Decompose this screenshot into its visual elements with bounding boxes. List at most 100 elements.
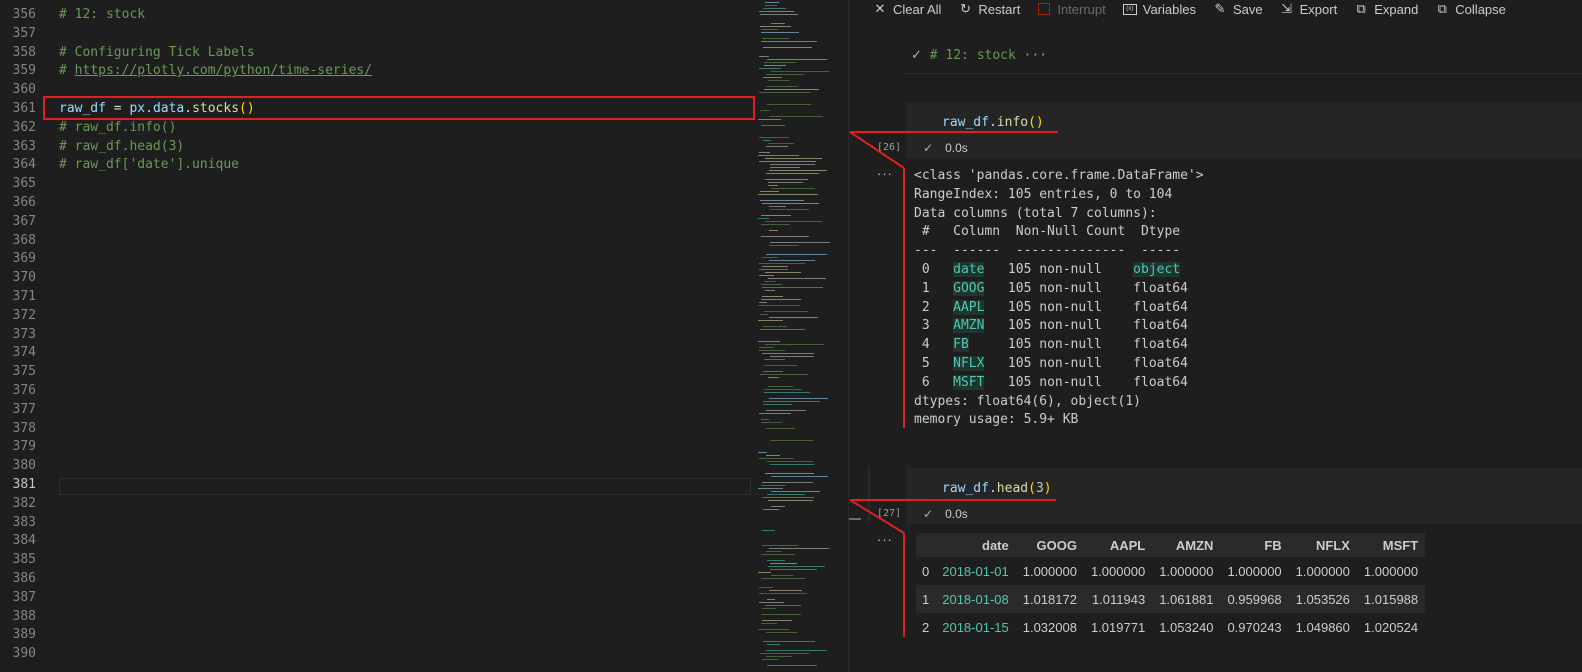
editor-code-area[interactable]: # 12: stock # Configuring Tick Labels # … bbox=[59, 6, 749, 175]
minimap-line bbox=[768, 80, 790, 81]
table-cell: 1.000000 bbox=[1090, 563, 1146, 579]
minimap-line bbox=[758, 488, 783, 489]
restart-button[interactable]: ↻ Restart bbox=[958, 1, 1021, 17]
minimap-line bbox=[762, 203, 819, 204]
table-cell: 0.970243 bbox=[1227, 619, 1282, 635]
minimap-line bbox=[758, 155, 799, 156]
minimap-line bbox=[760, 653, 809, 654]
collapse-button[interactable]: ⧉ Collapse bbox=[1435, 1, 1506, 17]
minimap-line bbox=[767, 599, 775, 600]
minimap-line bbox=[764, 281, 776, 282]
column-header: AMZN bbox=[1152, 533, 1221, 557]
minimap-line bbox=[766, 74, 804, 75]
minimap-line bbox=[759, 347, 774, 348]
minimap-line bbox=[761, 614, 801, 615]
variables-label: Variables bbox=[1142, 1, 1196, 17]
minimap-line bbox=[760, 191, 779, 192]
column-name: FB bbox=[953, 337, 969, 353]
collapsed-cell[interactable]: ✓ # 12: stock ··· bbox=[911, 48, 1047, 63]
output-row: 0 date 105 non-null object bbox=[914, 261, 1204, 280]
export-button[interactable]: ⇲ Export bbox=[1280, 1, 1337, 17]
table-cell: 1.049860 bbox=[1295, 619, 1350, 635]
row-index: 0 bbox=[914, 261, 954, 277]
minimap-line bbox=[759, 275, 774, 276]
variable-token: raw_df bbox=[942, 115, 989, 130]
code-line-364[interactable]: # raw_df['date'].unique bbox=[59, 156, 749, 175]
minimap[interactable] bbox=[756, 0, 848, 672]
minimap-line bbox=[767, 59, 827, 60]
code-line-359[interactable]: # https://plotly.com/python/time-series/ bbox=[59, 62, 749, 81]
minimap-line bbox=[763, 641, 815, 642]
line-number: 357 bbox=[12, 25, 36, 41]
annotation-bracket bbox=[903, 533, 905, 637]
dtype: float64 bbox=[1133, 280, 1188, 296]
code-line-363[interactable]: # raw_df.head(3) bbox=[59, 138, 749, 157]
minimap-line bbox=[760, 374, 808, 375]
annotation-highlight-box bbox=[43, 96, 755, 120]
output-menu-icon[interactable]: ··· bbox=[877, 532, 893, 547]
minimap-line bbox=[761, 578, 805, 579]
minimap-line bbox=[767, 104, 811, 105]
minimap-line bbox=[769, 245, 799, 246]
code-cell-27[interactable] bbox=[906, 468, 1582, 524]
line-number: 385 bbox=[12, 552, 36, 568]
cell-source-26[interactable]: raw_df.info() bbox=[942, 115, 1044, 130]
minimap-line bbox=[769, 116, 823, 117]
minimap-line bbox=[770, 440, 813, 441]
clear-all-button[interactable]: ✕ Clear All bbox=[873, 1, 942, 17]
code-line-357[interactable] bbox=[59, 25, 749, 44]
line-number: 389 bbox=[12, 627, 36, 643]
minimap-line bbox=[769, 206, 786, 207]
minimap-line bbox=[761, 419, 769, 420]
variables-button[interactable]: (x) Variables bbox=[1122, 1, 1196, 17]
table-cell: 1.053526 bbox=[1288, 585, 1357, 613]
minimap-line bbox=[765, 344, 824, 345]
code-line-358[interactable]: # Configuring Tick Labels bbox=[59, 44, 749, 63]
restart-label: Restart bbox=[978, 1, 1021, 17]
minimap-line bbox=[770, 563, 797, 564]
line-number: 373 bbox=[12, 326, 36, 342]
column-header: FB bbox=[1220, 533, 1289, 557]
row-index: 4 bbox=[914, 337, 954, 353]
interrupt-button[interactable]: Interrupt bbox=[1037, 2, 1106, 17]
code-cell-26[interactable] bbox=[906, 102, 1582, 158]
table-cell: 1.000000 bbox=[1227, 563, 1282, 579]
table-cell: 1.015988 bbox=[1356, 585, 1426, 613]
column-header: MSFT bbox=[1356, 533, 1426, 557]
minimap-line bbox=[763, 509, 779, 510]
non-null-count: 105 non-null bbox=[984, 299, 1134, 315]
line-number: 381 bbox=[12, 476, 36, 492]
table-header-row: date GOOG AAPL AMZN FB NFLX MSFT bbox=[916, 533, 1426, 557]
minimap-line bbox=[766, 410, 806, 411]
paren-token: () bbox=[1028, 115, 1044, 130]
output-line: <class 'pandas.core.frame.DataFrame'> bbox=[914, 168, 1204, 183]
output-menu-icon[interactable]: ··· bbox=[877, 166, 893, 181]
save-button[interactable]: ✎ Save bbox=[1213, 1, 1263, 17]
line-number: 388 bbox=[12, 608, 36, 624]
number-token: 3 bbox=[1035, 481, 1044, 496]
table-cell: 1.011943 bbox=[1083, 585, 1153, 613]
expand-button[interactable]: ⧉ Expand bbox=[1354, 1, 1419, 17]
minimap-line bbox=[766, 86, 798, 87]
execution-count: [27] bbox=[877, 508, 902, 519]
code-editor[interactable]: 356 357 358 359 360 361 362 363 364 365 366 367 368 3… bbox=[0, 0, 848, 672]
output-line: dtypes: float64(6), object(1) bbox=[914, 393, 1141, 409]
line-number: 356 bbox=[12, 7, 36, 22]
line-number: 364 bbox=[12, 157, 36, 173]
non-null-count: 105 non-null bbox=[984, 261, 1134, 277]
line-number: 384 bbox=[12, 533, 36, 549]
line-number: 371 bbox=[12, 288, 36, 304]
non-null-count: 105 non-null bbox=[984, 280, 1134, 296]
cell-source-27[interactable]: raw_df.head(3) bbox=[942, 481, 1052, 496]
code-line-362[interactable]: # raw_df.info() bbox=[59, 119, 749, 138]
line-number: 369 bbox=[12, 251, 36, 267]
minimap-line bbox=[762, 482, 813, 483]
comment-link[interactable]: https://plotly.com/python/time-series/ bbox=[75, 63, 372, 78]
minimap-line bbox=[769, 548, 829, 549]
comment-text: # raw_df.info() bbox=[59, 119, 177, 135]
code-line-356[interactable]: # 12: stock bbox=[59, 6, 749, 25]
output-line: --- ------ -------------- ----- bbox=[914, 243, 1181, 259]
minimap-line bbox=[765, 473, 814, 474]
minimap-line bbox=[762, 353, 814, 354]
row-index: 0 bbox=[922, 563, 930, 579]
